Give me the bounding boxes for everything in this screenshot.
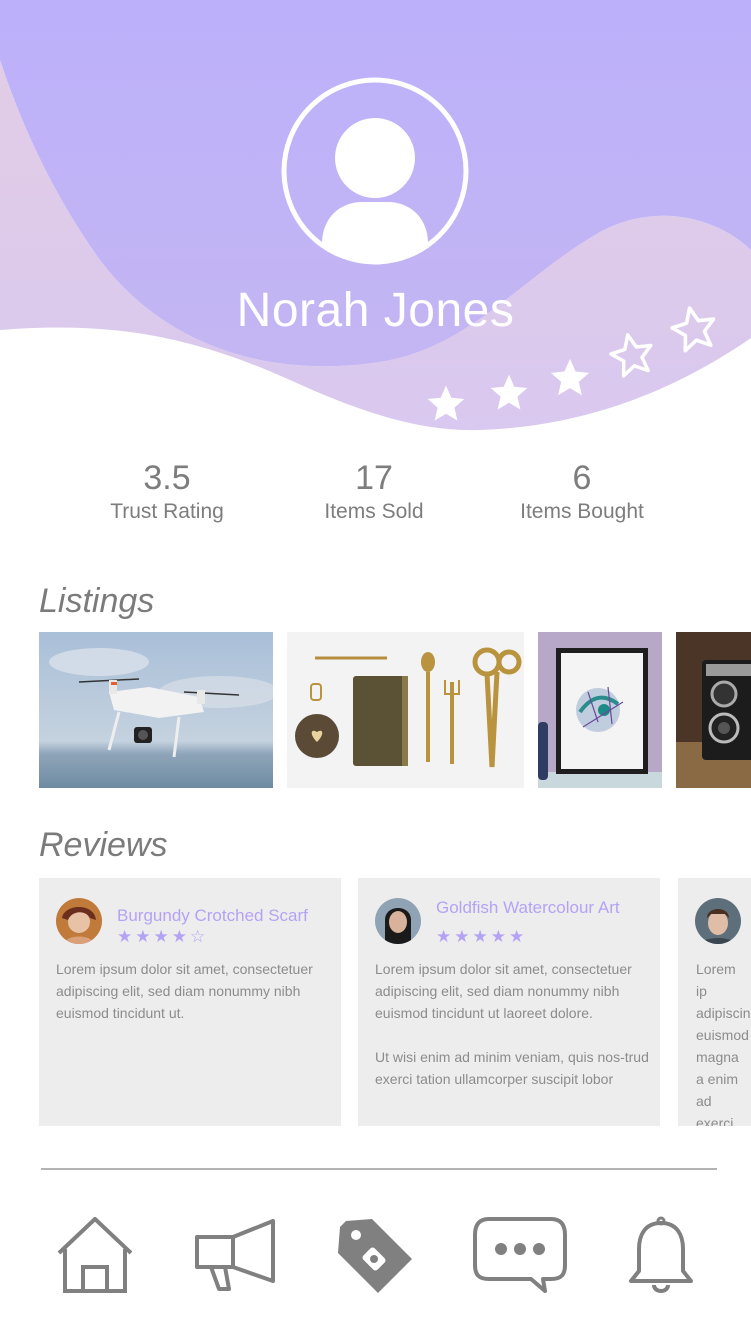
reviewer-avatar (375, 898, 421, 944)
stat-label: Items Bought (520, 500, 644, 523)
review-paragraph: Lorem ip adipiscin euismod magna a enim … (696, 961, 751, 1126)
review-card[interactable]: Burgundy Crotched Scarf ★★★★☆ Lorem ipsu… (39, 878, 341, 1126)
review-paragraph: Lorem ipsum dolor sit amet, consectetuer… (56, 961, 313, 1021)
tag-icon[interactable] (336, 1215, 416, 1295)
stat-trust-rating: 3.5 Trust Rating (67, 458, 267, 526)
stat-label: Trust Rating (110, 500, 224, 523)
avatar[interactable] (280, 76, 470, 266)
listing-item-framed-art[interactable] (538, 632, 662, 788)
listing-item-drone[interactable] (39, 632, 273, 788)
stat-label: Items Sold (324, 500, 424, 523)
rating-star-filled-icon (427, 385, 465, 421)
home-icon[interactable] (55, 1215, 135, 1295)
stat-items-bought: 6 Items Bought (482, 458, 682, 526)
review-rating-stars: ★★★★☆ (117, 927, 209, 946)
listings-title: Listings (39, 582, 155, 620)
review-card[interactable]: Goldfish Watercolour Art ★★★★★ Lorem ips… (358, 878, 660, 1126)
review-title[interactable]: Goldfish Watercolour Art (436, 898, 620, 918)
listing-item-stationery[interactable] (287, 632, 524, 788)
review-rating-stars: ★★★★★ (436, 927, 528, 946)
rating-star-filled-icon (550, 358, 590, 396)
listing-item-camera[interactable] (676, 632, 751, 788)
review-text: Lorem ipsum dolor sit amet, consectetuer… (375, 958, 650, 1112)
reviewer-avatar (695, 898, 741, 944)
review-paragraph: Lorem ipsum dolor sit amet, consectetuer… (375, 961, 632, 1021)
rating-star-outline-icon (609, 333, 653, 378)
review-text: Lorem ip adipiscin euismod magna a enim … (696, 958, 751, 1126)
gold-stationery-photo (287, 632, 524, 788)
rating-star-outline-icon (670, 306, 716, 353)
rating-star-filled-icon (490, 374, 528, 410)
stat-value: 17 (355, 459, 393, 497)
review-title[interactable]: Burgundy Crotched Scarf (117, 906, 308, 926)
stat-value: 6 (572, 459, 592, 497)
drone-photo (39, 632, 273, 788)
vintage-camera-photo (676, 632, 751, 788)
framed-art-photo (538, 632, 662, 788)
bell-icon[interactable] (625, 1215, 697, 1295)
review-paragraph: Ut wisi enim ad minim veniam, quis nos-t… (375, 1049, 649, 1087)
nav-divider (41, 1168, 717, 1170)
megaphone-icon[interactable] (193, 1215, 279, 1295)
chat-icon[interactable] (471, 1215, 569, 1295)
stat-items-sold: 17 Items Sold (274, 458, 474, 526)
review-text: Lorem ipsum dolor sit amet, consectetuer… (56, 958, 331, 1046)
reviewer-avatar (56, 898, 102, 944)
review-card[interactable]: Lorem ip adipiscin euismod magna a enim … (678, 878, 751, 1126)
reviews-title: Reviews (39, 826, 168, 864)
stat-value: 3.5 (143, 459, 191, 497)
